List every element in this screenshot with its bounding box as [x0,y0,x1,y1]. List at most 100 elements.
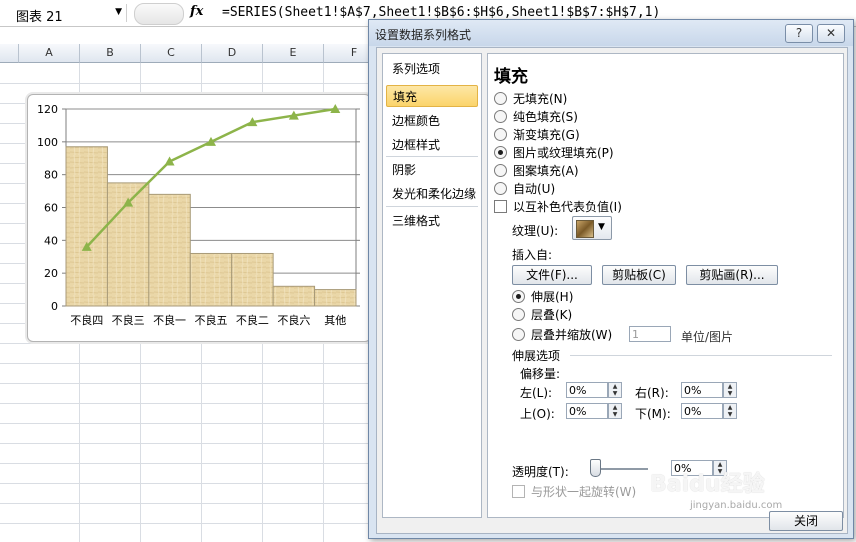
radio-automatic[interactable]: 自动(U) [494,181,555,197]
radio-gradient-fill[interactable]: 渐变填充(G) [494,127,580,143]
grid-row-line [0,443,368,444]
y-tick-label: 0 [51,300,58,313]
column-header-b[interactable]: B [80,44,141,63]
offset-bottom-spinner[interactable]: ▲ ▼ [723,403,737,419]
radio-label: 层叠并缩放(W) [531,328,613,342]
select-all-corner[interactable] [0,44,19,63]
offset-top-label: 上(O): [520,407,555,421]
radio-stretch[interactable]: 伸展(H) [512,289,573,305]
chevron-down-icon: ▼ [598,222,605,232]
grid-row-line [0,83,368,84]
y-tick-label: 120 [37,103,58,116]
radio-label: 自动(U) [513,182,556,196]
y-tick-label: 100 [37,136,58,149]
clip-art-button[interactable]: 剪贴画(R)... [686,265,778,285]
nav-item-3d-format[interactable]: 三维格式 [386,210,478,232]
name-box[interactable]: 图表 21 ▼ [2,4,127,25]
units-per-picture-input[interactable]: 1 [629,326,671,342]
offset-left-label: 左(L): [520,386,553,400]
checkbox-label: 以互补色代表负值(I) [513,200,622,214]
texture-picker[interactable]: ▼ [572,216,612,240]
offset-bottom-label: 下(M): [635,407,671,421]
dialog-title-bar[interactable]: 设置数据系列格式 ? ✕ [369,20,853,46]
radio-stack-and-scale[interactable]: 层叠并缩放(W) [512,327,612,343]
file-button[interactable]: 文件(F)... [512,265,592,285]
radio-label: 图案填充(A) [513,164,579,178]
radio-icon [494,128,507,141]
texture-label: 纹理(U): [512,224,559,238]
grid-row-line [0,503,368,504]
x-tick-label: 不良五 [195,313,228,327]
nav-item-glow-soft-edges[interactable]: 发光和柔化边缘 [386,183,478,205]
column-header-c[interactable]: C [141,44,202,63]
radio-label: 伸展(H) [531,290,574,304]
radio-icon [494,92,507,105]
column-header-e[interactable]: E [263,44,324,63]
grid-row-line [0,363,368,364]
fill-panel: 填充 无填充(N) 纯色填充(S) 渐变填充(G) 图片或纹理填充(P) 图案填… [487,53,844,518]
nav-item-series-options[interactable]: 系列选项 [386,58,478,80]
formula-input[interactable]: =SERIES(Sheet1!$A$7,Sheet1!$B$6:$H$6,She… [222,5,660,20]
panel-title: 填充 [494,67,528,87]
nav-item-fill[interactable]: 填充 [386,85,478,107]
x-tick-label: 不良六 [277,313,310,327]
grid-row-line [0,383,368,384]
grid-row-line [0,403,368,404]
stretch-options-heading: 伸展选项 [512,349,561,363]
radio-solid-fill[interactable]: 纯色填充(S) [494,109,578,125]
offset-top-spinner[interactable]: ▲ ▼ [608,403,622,419]
y-tick-label: 20 [44,267,58,280]
bar [65,146,108,307]
grid-row-line [0,463,368,464]
grid-row-line [0,523,368,524]
bar [272,285,316,307]
grid-row-line [0,423,368,424]
nav-item-border-style[interactable]: 边框样式 [386,134,478,156]
offset-left-input[interactable]: 0% [566,382,608,398]
offset-left-spinner[interactable]: ▲ ▼ [608,382,622,398]
close-icon[interactable]: ✕ [817,24,845,43]
clipboard-button[interactable]: 剪贴板(C) [602,265,676,285]
x-tick-label: 不良四 [70,313,103,327]
offset-right-spinner[interactable]: ▲ ▼ [723,382,737,398]
x-tick-label: 不良三 [112,313,145,327]
transparency-label: 透明度(T): [512,465,569,479]
radio-label: 图片或纹理填充(P) [513,146,614,160]
close-button[interactable]: 关闭 [769,511,843,531]
radio-icon [494,182,507,195]
offset-top-input[interactable]: 0% [566,403,608,419]
nav-divider [386,206,478,207]
bar [231,252,274,307]
insert-function-icon[interactable]: fx [190,4,203,19]
y-tick-label: 60 [44,202,58,215]
help-button[interactable]: ? [785,24,813,43]
chevron-down-icon[interactable]: ▼ [115,7,122,17]
offset-bottom-input[interactable]: 0% [681,403,723,419]
offset-right-input[interactable]: 0% [681,382,723,398]
transparency-slider-thumb[interactable] [590,459,601,477]
column-header-a[interactable]: A [19,44,80,63]
checkbox-icon [494,200,507,213]
name-box-value: 图表 21 [16,10,63,25]
nav-item-border-color[interactable]: 边框颜色 [386,110,478,132]
radio-no-fill[interactable]: 无填充(N) [494,91,567,107]
radio-selected-icon [512,290,525,303]
dialog-title: 设置数据系列格式 [375,28,472,42]
radio-icon [512,328,525,341]
pareto-chart[interactable]: 0 20 40 60 80 100 120 不良四 不良三 不良一 不良五 不良二 不良六 其他 [27,94,371,342]
checkbox-icon [512,485,525,498]
column-header-d[interactable]: D [202,44,263,63]
grid-row-line [0,343,368,344]
radio-picture-texture-fill[interactable]: 图片或纹理填充(P) [494,145,614,161]
units-label: 单位/图片 [681,330,734,344]
radio-pattern-fill[interactable]: 图案填充(A) [494,163,579,179]
offset-label: 偏移量: [520,367,561,381]
x-tick-label: 其他 [324,314,346,327]
category-list: 系列选项 填充 边框颜色 边框样式 阴影 发光和柔化边缘 三维格式 [382,53,482,518]
invert-if-negative-checkbox[interactable]: 以互补色代表负值(I) [494,199,622,215]
rotate-with-shape-checkbox[interactable]: 与形状一起旋转(W) [512,484,636,500]
radio-stack[interactable]: 层叠(K) [512,307,572,323]
radio-label: 无填充(N) [513,92,568,106]
y-tick-label: 80 [44,169,58,182]
nav-item-shadow[interactable]: 阴影 [386,159,478,181]
